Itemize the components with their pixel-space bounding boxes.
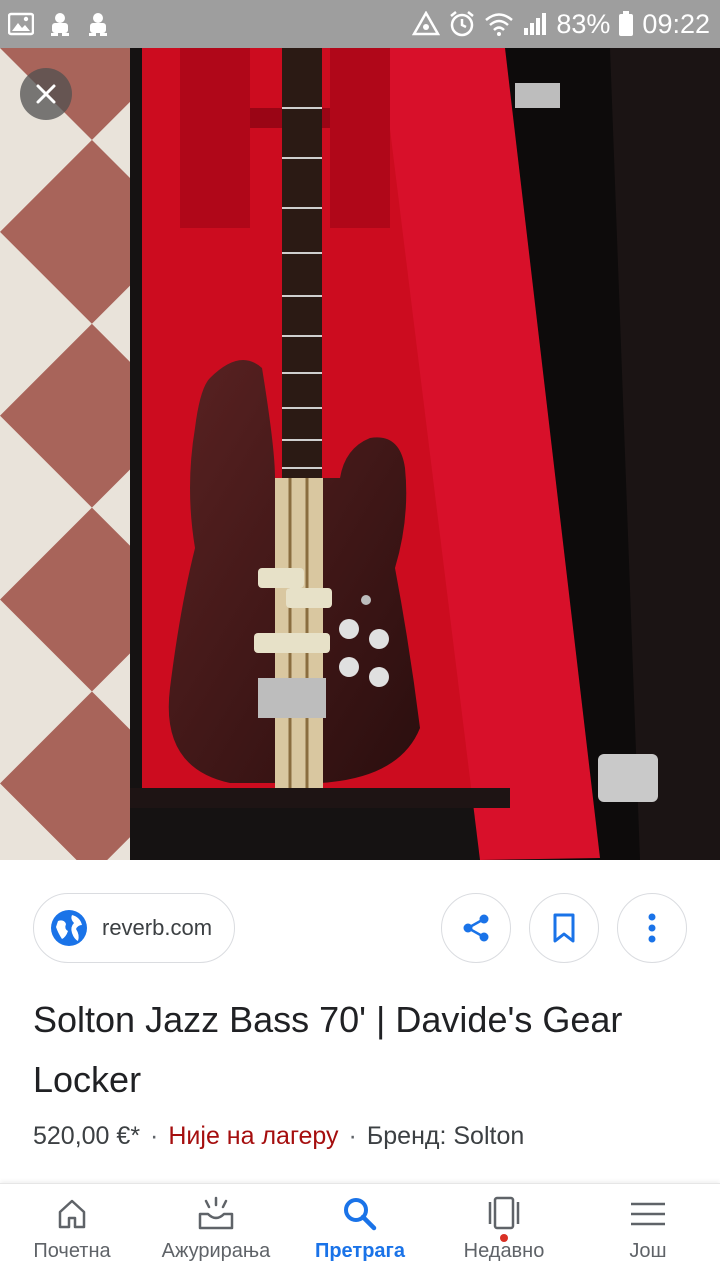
result-meta: 520,00 €* · Није на лагеру · Бренд: Solt… <box>33 1122 524 1151</box>
more-vert-icon <box>647 912 657 944</box>
source-site-chip[interactable]: reverb.com <box>33 893 236 963</box>
nav-updates[interactable]: Ажурирања <box>144 1184 288 1280</box>
result-title[interactable]: Solton Jazz Bass 70' | Davide's Gear Loc… <box>33 990 673 1110</box>
close-icon <box>34 82 58 106</box>
stock-status: Није на лагеру <box>168 1122 339 1150</box>
android-icon <box>86 11 110 37</box>
recycle-icon <box>412 11 441 37</box>
share-icon <box>460 912 492 944</box>
bookmark-icon <box>550 912 578 944</box>
menu-icon <box>629 1196 667 1232</box>
notification-dot <box>500 1234 508 1242</box>
status-bar: 83% 09:22 <box>0 0 720 48</box>
separator: · <box>348 1122 357 1150</box>
android-icon <box>48 11 72 37</box>
home-icon <box>54 1196 90 1232</box>
source-domain: reverb.com <box>102 915 213 940</box>
image-preview[interactable] <box>0 48 720 860</box>
nav-label: Још <box>629 1240 667 1262</box>
price: 520,00 €* <box>33 1122 141 1150</box>
wifi-icon <box>484 12 514 36</box>
close-button[interactable] <box>20 68 72 120</box>
nav-recent[interactable]: Недавно <box>432 1184 576 1280</box>
nav-label: Почетна <box>33 1240 111 1262</box>
status-notifications <box>8 11 110 37</box>
nav-search[interactable]: Претрага <box>288 1184 432 1280</box>
globe-icon <box>50 909 88 947</box>
clock: 09:22 <box>642 8 710 39</box>
nav-label: Ажурирања <box>161 1240 271 1262</box>
status-system: 83% 09:22 <box>412 9 710 40</box>
search-icon <box>342 1196 378 1232</box>
alarm-icon <box>448 10 476 38</box>
separator: · <box>150 1122 159 1150</box>
save-button[interactable] <box>529 893 599 963</box>
more-options-button[interactable] <box>617 893 687 963</box>
battery-icon <box>618 11 634 37</box>
share-button[interactable] <box>441 893 511 963</box>
gallery-icon <box>8 12 34 36</box>
app-root: 83% 09:22 reverb.com Solton Jazz Bass 70… <box>0 0 720 1280</box>
nav-more[interactable]: Још <box>576 1184 720 1280</box>
brand: Бренд: Solton <box>366 1122 525 1150</box>
nav-label: Претрага <box>314 1240 406 1262</box>
updates-icon <box>196 1196 236 1232</box>
battery-percent: 83% <box>556 8 611 39</box>
nav-home[interactable]: Почетна <box>0 1184 144 1280</box>
bass-guitar-photo <box>0 48 720 860</box>
signal-icon <box>522 12 548 36</box>
bottom-navigation: Почетна Ажурирања Претрага Недавно Још <box>0 1183 720 1280</box>
nav-label: Недавно <box>463 1240 545 1262</box>
recent-icon <box>484 1196 524 1232</box>
